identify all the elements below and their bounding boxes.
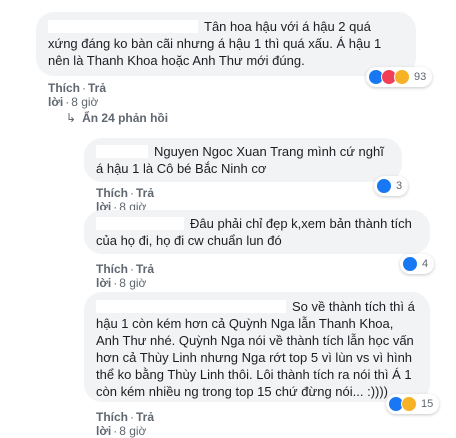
reactions-summary[interactable]: 3 [374, 176, 409, 196]
like-icon [376, 178, 392, 194]
author-name-redacted [48, 20, 198, 33]
reaction-count: 93 [414, 71, 427, 83]
comment-meta: Thích · Trả lời · 8 giờ [48, 81, 107, 109]
reaction-count: 4 [422, 258, 429, 270]
haha-icon [401, 396, 417, 412]
reaction-count: 3 [396, 180, 403, 192]
reply-bubble: Nguyen Ngoc Xuan Trang mình cứ nghĩ á hậ… [84, 138, 402, 182]
reply-meta: Thích · Trả lời · 8 giờ [96, 262, 155, 290]
reply-text: So về thành tích thì á hậu 1 còn kém hơn… [96, 299, 415, 399]
reactions-summary[interactable]: 15 [386, 394, 440, 414]
comment-bubble: Tân hoa hậu với á hậu 2 quá xứng đáng ko… [36, 12, 416, 76]
like-button[interactable]: Thích [48, 81, 80, 95]
haha-icon [394, 69, 410, 85]
author-name-redacted [96, 217, 184, 230]
reply-bubble: Đâu phải chỉ đẹp k,xem bản thành tích củ… [84, 210, 430, 254]
like-button[interactable]: Thích [96, 410, 128, 424]
reply-time[interactable]: 8 giờ [119, 276, 146, 290]
hide-replies-link[interactable]: ↳ Ẩn 24 phản hồi [66, 111, 168, 125]
author-name-redacted [96, 300, 286, 313]
like-icon [402, 256, 418, 272]
reply-bubble: So về thành tích thì á hậu 1 còn kém hơn… [84, 292, 430, 402]
reply-time[interactable]: 8 giờ [119, 424, 146, 438]
comment-time[interactable]: 8 giờ [71, 95, 98, 109]
reactions-summary[interactable]: 4 [400, 254, 435, 274]
like-button[interactable]: Thích [96, 186, 128, 200]
reply-arrow-icon: ↳ [66, 111, 77, 125]
reaction-count: 15 [421, 398, 434, 410]
hide-replies-label: Ẩn 24 phản hồi [82, 111, 169, 125]
reactions-summary[interactable]: 93 [366, 67, 433, 87]
author-name-redacted [96, 145, 148, 158]
reply-meta: Thích · Trả lời · 8 giờ [96, 410, 155, 438]
like-button[interactable]: Thích [96, 262, 128, 276]
